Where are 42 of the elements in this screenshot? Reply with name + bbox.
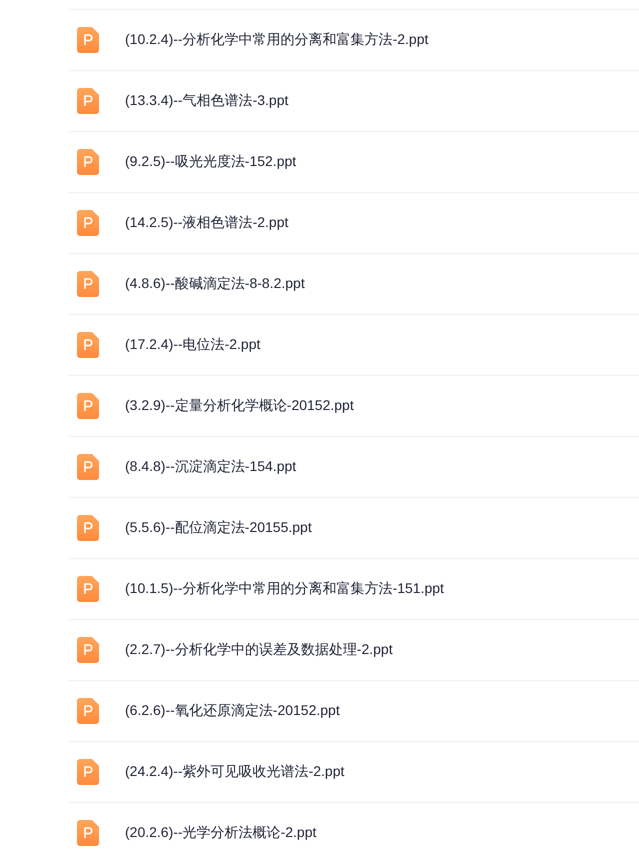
ppt-file-icon xyxy=(77,149,99,175)
file-name: (8.4.8)--沉淀滴定法-154.ppt xyxy=(125,458,296,476)
file-row[interactable]: (13.3.4)--气相色谱法-3.ppt xyxy=(68,71,639,132)
file-name: (2.2.7)--分析化学中的误差及数据处理-2.ppt xyxy=(125,641,393,659)
ppt-file-icon xyxy=(77,332,99,358)
ppt-file-icon xyxy=(77,210,99,236)
file-name: (20.2.6)--光学分析法概论-2.ppt xyxy=(125,824,316,842)
file-row[interactable]: (2.2.7)--分析化学中的误差及数据处理-2.ppt xyxy=(68,620,639,681)
file-name: (5.5.6)--配位滴定法-20155.ppt xyxy=(125,519,312,537)
file-row[interactable]: (17.2.4)--电位法-2.ppt xyxy=(68,315,639,376)
file-row[interactable]: (10.1.5)--分析化学中常用的分离和富集方法-151.ppt xyxy=(68,559,639,620)
file-row[interactable]: (4.8.6)--酸碱滴定法-8-8.2.ppt xyxy=(68,254,639,315)
ppt-file-icon xyxy=(77,576,99,602)
ppt-file-icon xyxy=(77,454,99,480)
ppt-file-icon xyxy=(77,27,99,53)
file-name: (17.2.4)--电位法-2.ppt xyxy=(125,336,260,354)
file-name: (3.2.9)--定量分析化学概论-20152.ppt xyxy=(125,397,354,415)
file-row[interactable]: (5.5.6)--配位滴定法-20155.ppt xyxy=(68,498,639,559)
file-name: (9.2.5)--吸光光度法-152.ppt xyxy=(125,153,296,171)
file-row[interactable]: (9.2.5)--吸光光度法-152.ppt xyxy=(68,132,639,193)
file-name: (13.3.4)--气相色谱法-3.ppt xyxy=(125,92,288,110)
file-name: (6.2.6)--氧化还原滴定法-20152.ppt xyxy=(125,702,340,720)
file-name: (10.2.4)--分析化学中常用的分离和富集方法-2.ppt xyxy=(125,31,428,49)
file-row[interactable]: (8.4.8)--沉淀滴定法-154.ppt xyxy=(68,437,639,498)
ppt-file-icon xyxy=(77,698,99,724)
file-row[interactable]: (3.2.9)--定量分析化学概论-20152.ppt xyxy=(68,376,639,437)
ppt-file-icon xyxy=(77,820,99,846)
file-name: (4.8.6)--酸碱滴定法-8-8.2.ppt xyxy=(125,275,305,293)
file-row[interactable]: (20.2.6)--光学分析法概论-2.ppt xyxy=(68,803,639,860)
file-name: (24.2.4)--紫外可见吸收光谱法-2.ppt xyxy=(125,763,344,781)
file-row[interactable]: (24.2.4)--紫外可见吸收光谱法-2.ppt xyxy=(68,742,639,803)
ppt-file-icon xyxy=(77,515,99,541)
file-name: (14.2.5)--液相色谱法-2.ppt xyxy=(125,214,288,232)
ppt-file-icon xyxy=(77,271,99,297)
file-row[interactable]: (10.2.4)--分析化学中常用的分离和富集方法-2.ppt xyxy=(68,10,639,71)
ppt-file-icon xyxy=(77,759,99,785)
file-name: (10.1.5)--分析化学中常用的分离和富集方法-151.ppt xyxy=(125,580,444,598)
ppt-file-icon xyxy=(77,637,99,663)
file-row[interactable]: (6.2.6)--氧化还原滴定法-20152.ppt xyxy=(68,681,639,742)
ppt-file-icon xyxy=(77,88,99,114)
ppt-file-icon xyxy=(77,393,99,419)
file-row[interactable]: (14.2.5)--液相色谱法-2.ppt xyxy=(68,193,639,254)
